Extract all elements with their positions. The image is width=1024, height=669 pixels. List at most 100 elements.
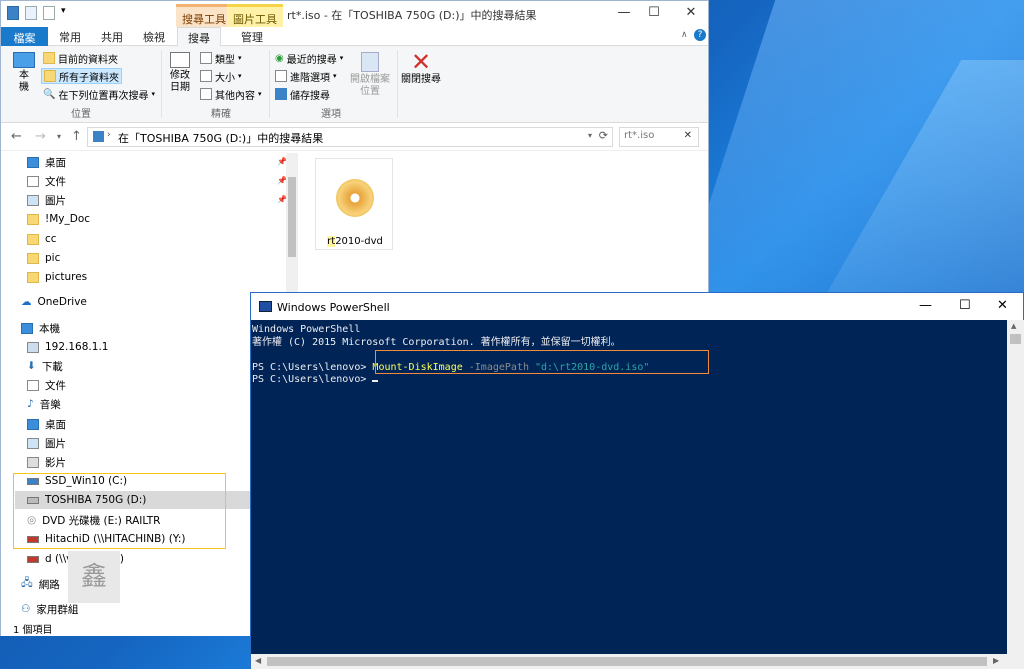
address-box[interactable]: › 在「TOSHIBA 750G (D:)」中的搜尋結果 ▾ ⟳ [87,127,613,147]
nav-item-network[interactable]: 🖧 網路 [21,575,60,593]
open-location-icon [361,52,379,72]
open-file-location-button[interactable]: 開啟檔案 位置 [349,52,391,98]
file-name-highlight: rt [327,236,336,247]
other-properties-button[interactable]: 其他內容 ▾ [200,86,262,102]
tab-search-tools[interactable]: 搜尋工具 [176,4,232,27]
search-input[interactable]: rt*.iso ✕ [619,127,699,147]
chevron-down-icon[interactable]: ▾ [588,131,592,140]
nav-item-pictures-pc[interactable]: 圖片 [27,434,66,452]
nav-item-my-doc[interactable]: !My_Doc [27,210,90,228]
scroll-thumb[interactable] [1010,334,1021,344]
tab-picture-tools[interactable]: 圖片工具 [227,4,283,27]
maximize-button[interactable]: ☐ [639,5,669,20]
new-folder-icon[interactable] [43,6,55,20]
folder-icon [43,52,55,64]
file-name[interactable]: rt2010-dvd [315,236,395,247]
nav-item-cc[interactable]: cc [27,230,57,248]
recent-searches-label: 最近的搜尋 [286,54,337,66]
search-results-icon [93,131,104,142]
current-folder-button[interactable]: 目前的資料夾 [43,50,118,66]
network-location-icon [27,341,39,353]
quick-access-toolbar: ▾ [7,6,73,20]
nav-item-pictures[interactable]: 圖片 [27,191,66,209]
nav-item-documents[interactable]: 文件 [27,172,66,190]
scroll-right-icon[interactable]: ▶ [993,656,999,665]
document-icon [27,379,39,391]
date-modified-label: 修改 日期 [170,70,190,93]
nav-label: 音樂 [39,398,61,411]
close-button[interactable]: ✕ [997,298,1008,313]
chevron-down-icon: ▾ [238,72,242,80]
advanced-options-button[interactable]: 進階選項 ▾ [275,68,337,84]
kind-label: 類型 [215,54,235,66]
pictures-icon [27,194,39,206]
powershell-window: Windows PowerShell — ☐ ✕ Windows PowerSh… [250,292,1024,669]
group-label-refine: 精確 [211,109,231,120]
kind-button[interactable]: 類型 ▾ [200,50,242,66]
this-pc-label: 本 機 [19,70,29,93]
chevron-right-icon: › [107,130,111,140]
chevron-down-icon: ▾ [238,54,242,62]
help-icon[interactable]: ? [694,29,706,41]
nav-item-videos[interactable]: 影片 [27,453,66,471]
document-icon [27,175,39,187]
nav-label: 桌面 [45,418,66,431]
console-prompt: PS C:\Users\lenovo> [252,361,373,373]
tab-home[interactable]: 常用 [49,27,91,46]
close-red-x-icon: ✕ [410,48,432,76]
close-search-button[interactable]: ✕ 關閉搜尋 [401,50,441,86]
chevron-down-icon[interactable]: ▾ [57,132,61,141]
close-button[interactable]: ✕ [676,5,706,20]
minimize-button[interactable]: — [919,298,932,313]
advanced-options-label: 進階選項 [290,72,330,84]
save-search-button[interactable]: 儲存搜尋 [275,86,330,102]
size-button[interactable]: 大小 ▾ [200,68,242,84]
back-arrow-icon[interactable]: ← [11,129,22,144]
scroll-left-icon[interactable]: ◀ [255,656,261,665]
tab-file[interactable]: 檔案 [1,27,48,46]
search-again-button[interactable]: 🔍 在下列位置再次搜尋 ▾ [43,86,155,102]
date-modified-button[interactable]: 修改 日期 [167,52,193,94]
nav-item-onedrive[interactable]: ☁ OneDrive [21,293,87,311]
nav-item-this-pc[interactable]: 本機 [21,319,60,337]
properties-icon[interactable] [25,6,37,20]
nav-item-desktop[interactable]: 桌面 [27,153,66,171]
tab-manage[interactable]: 管理 [231,27,273,46]
all-subfolders-label: 所有子資料夾 [59,72,119,84]
nav-item-music[interactable]: ♪ 音樂 [27,395,61,413]
chevron-up-icon[interactable]: ∧ [681,30,688,40]
nav-label: !My_Doc [45,213,91,225]
console-horizontal-scrollbar[interactable]: ◀ ▶ [251,654,1024,669]
console-vertical-scrollbar[interactable]: ▲ [1007,320,1024,654]
chevron-down-icon[interactable]: ▾ [61,6,73,20]
nav-item-desktop-pc[interactable]: 桌面 [27,415,66,433]
nav-item-pictures-folder[interactable]: pictures [27,268,87,286]
chevron-down-icon: ▾ [333,72,337,80]
folder-icon [44,70,56,82]
scroll-up-icon[interactable]: ▲ [1011,322,1016,330]
folder-icon[interactable] [7,6,19,20]
nav-item-documents-pc[interactable]: 文件 [27,376,66,394]
nav-item-downloads[interactable]: ⬇ 下載 [27,357,63,375]
nav-item-pic[interactable]: pic [27,249,60,267]
forward-arrow-icon[interactable]: → [35,129,46,144]
folder-icon [27,271,39,283]
all-subfolders-button[interactable]: 所有子資料夾 [41,68,122,84]
computer-icon [21,322,33,334]
chevron-down-icon: ▾ [258,90,262,98]
this-pc-button[interactable]: 本 機 [11,52,37,94]
tab-search[interactable]: 搜尋 [177,27,221,47]
tab-share[interactable]: 共用 [91,27,133,46]
up-arrow-icon[interactable]: ↑ [71,129,82,144]
tab-view[interactable]: 檢視 [133,27,175,46]
drives-highlight [13,473,226,549]
powershell-title-bar: Windows PowerShell — ☐ ✕ [251,293,1023,320]
scroll-thumb[interactable] [267,657,987,666]
refresh-icon[interactable]: ⟳ [599,129,608,142]
recent-searches-button[interactable]: ◉ 最近的搜尋 ▾ [275,50,343,66]
clear-search-icon[interactable]: ✕ [684,130,692,141]
minimize-button[interactable]: — [609,5,639,20]
nav-item-network-location[interactable]: 192.168.1.1 [27,338,108,356]
scroll-thumb[interactable] [288,177,296,257]
maximize-button[interactable]: ☐ [959,298,971,313]
